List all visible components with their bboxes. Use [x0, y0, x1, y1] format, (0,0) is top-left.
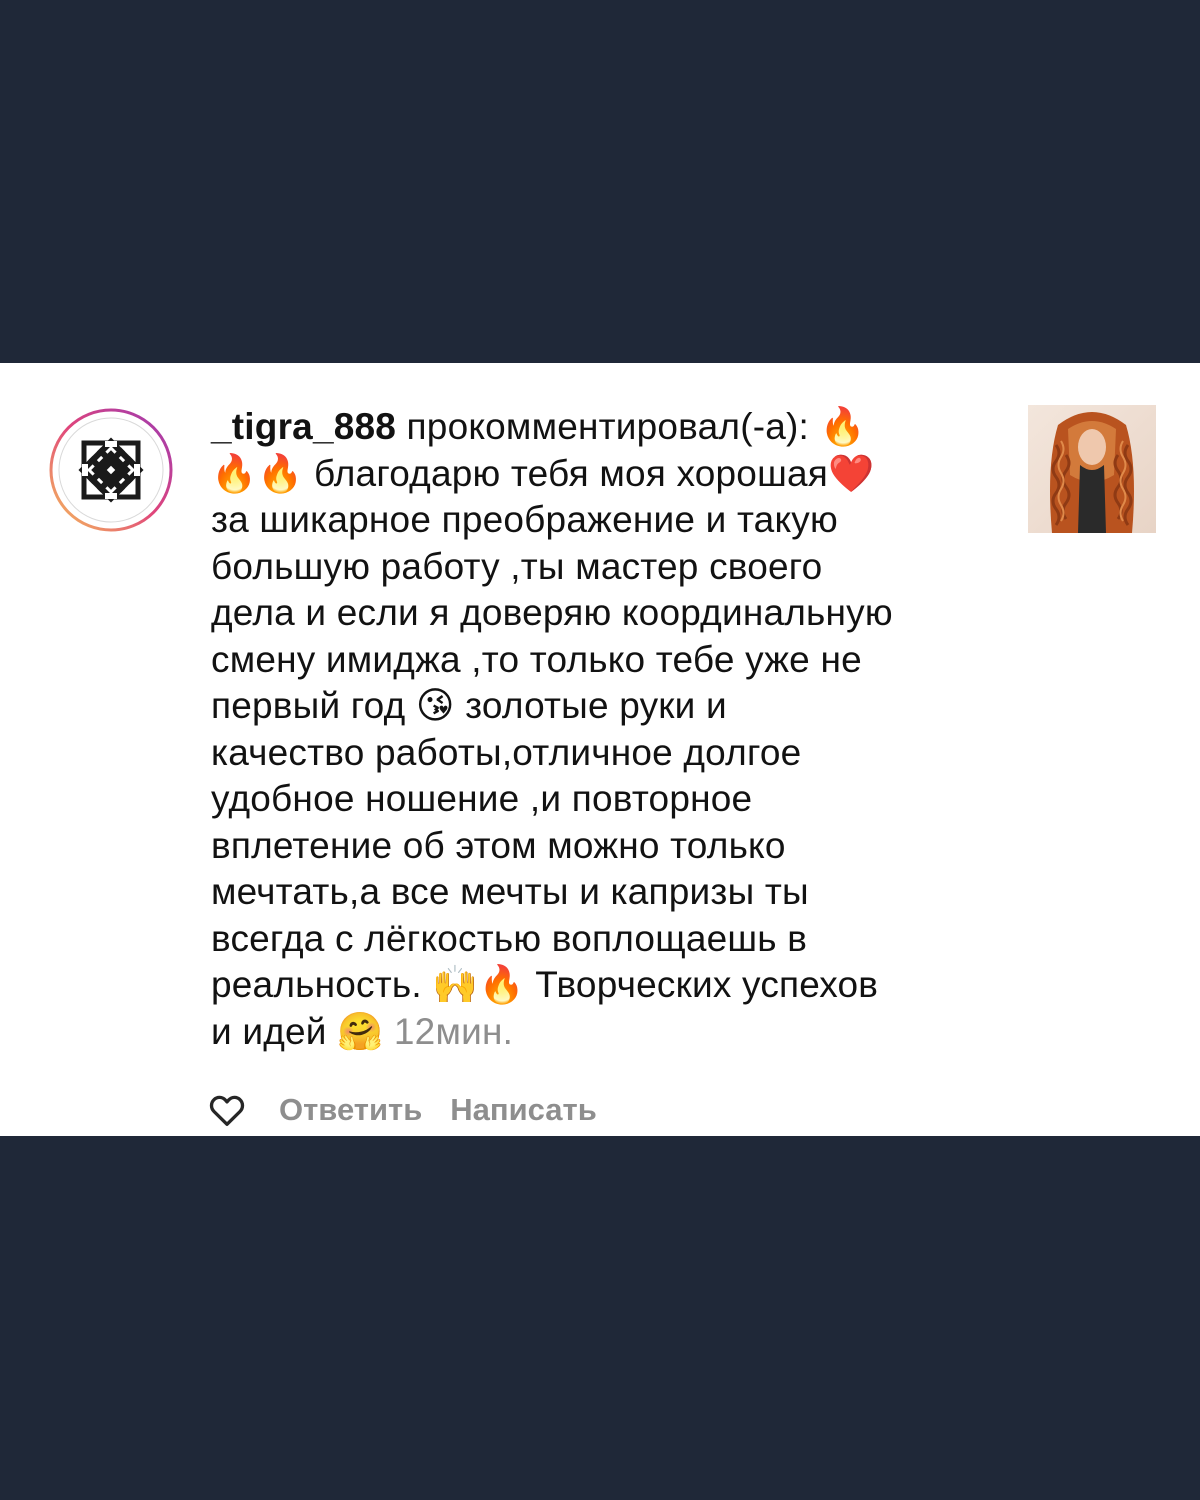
- send-message-button[interactable]: Написать: [450, 1092, 597, 1128]
- comment-actions: Ответить Написать: [207, 1088, 597, 1132]
- like-button[interactable]: [207, 1090, 247, 1130]
- user-avatar[interactable]: [48, 407, 174, 533]
- knot-logo-icon: [49, 408, 173, 532]
- post-thumbnail-image: [1028, 405, 1156, 533]
- post-thumbnail[interactable]: [1028, 405, 1156, 533]
- reply-button[interactable]: Ответить: [279, 1092, 422, 1128]
- comment-timestamp: 12мин.: [393, 1010, 514, 1052]
- username-link[interactable]: _tigra_888: [211, 406, 396, 447]
- comment-text: _tigra_888 прокомментировал(-а): 🔥 🔥🔥 бл…: [211, 404, 1001, 1055]
- heart-outline-icon: [209, 1095, 245, 1126]
- comment-body: прокомментировал(-а): 🔥 🔥🔥 благодарю теб…: [211, 406, 893, 1052]
